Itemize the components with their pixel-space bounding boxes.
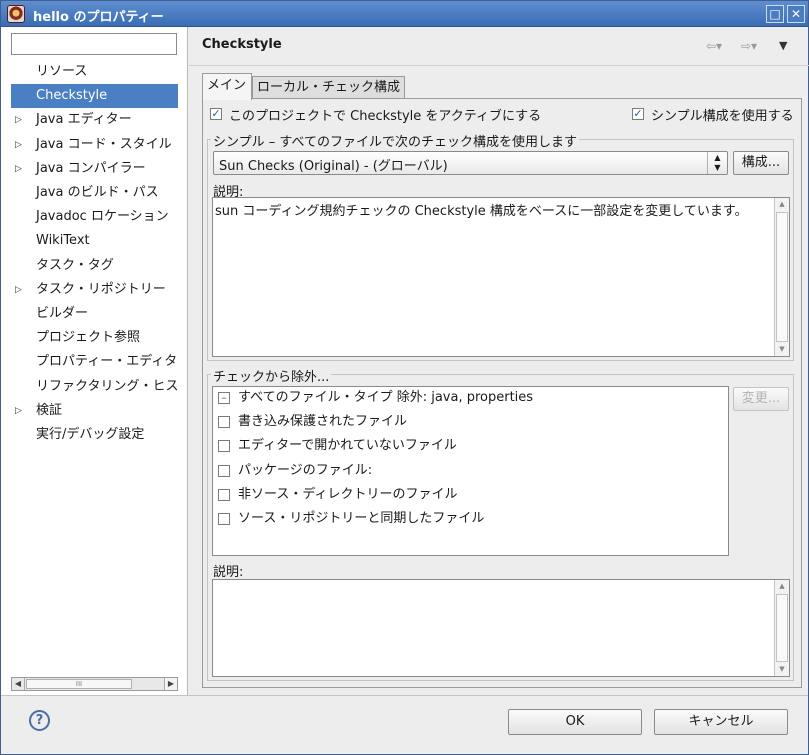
footer-separator: [1, 695, 808, 696]
sidebar-horizontal-scrollbar[interactable]: ◀ III ▶: [11, 677, 178, 691]
filter-description-textarea[interactable]: ▲ ▼: [212, 579, 790, 677]
scroll-up-icon[interactable]: ▲: [775, 580, 789, 593]
exclude-item-checkbox[interactable]: –: [218, 392, 230, 404]
sidebar-item[interactable]: リファクタリング・ヒス: [11, 375, 178, 399]
sidebar-item-label: Java のビルド・パス: [36, 185, 159, 200]
scroll-down-icon[interactable]: ▼: [775, 663, 789, 676]
exclude-item-checkbox[interactable]: [218, 488, 230, 501]
exclude-item-label: エディターで開かれていないファイル: [238, 438, 457, 454]
activate-checkbox[interactable]: ✓: [210, 108, 222, 120]
sidebar-item-label: 検証: [36, 402, 63, 418]
sidebar-item-label: リファクタリング・ヒス: [36, 378, 178, 394]
tab-main[interactable]: メイン: [202, 73, 252, 100]
sidebar-item-label: Java コンパイラー: [36, 160, 146, 176]
page-title: Checkstyle: [202, 37, 282, 52]
exclude-filter-list[interactable]: – すべてのファイル・タイプ 除外: java, properties 書き込み保護…: [212, 386, 729, 556]
tab-local-check-config[interactable]: ローカル・チェック構成: [252, 76, 405, 99]
sidebar-item-label: Java コード・スタイル: [36, 136, 172, 152]
activate-checkbox-label: このプロジェクトで Checkstyle をアクティブにする: [229, 109, 542, 124]
sidebar-item[interactable]: WikiText: [11, 229, 178, 253]
exclude-item-label: パッケージのファイル:: [238, 462, 373, 478]
configure-button[interactable]: 構成...: [733, 151, 789, 175]
maximize-icon[interactable]: □: [766, 5, 784, 23]
sidebar-item-label: リソース: [36, 64, 88, 79]
view-menu-icon[interactable]: ▼: [779, 39, 787, 52]
sidebar-item-label: タスク・タグ: [36, 257, 114, 273]
sidebar-item[interactable]: プロジェクト参照: [11, 326, 178, 350]
scroll-up-icon[interactable]: ▲: [775, 198, 789, 211]
forward-arrow-icon[interactable]: ⇨▾: [741, 39, 757, 53]
description-scrollbar[interactable]: ▲ ▼: [774, 198, 789, 356]
expand-arrow-icon[interactable]: ▷: [15, 157, 22, 181]
scrollbar-thumb[interactable]: [776, 594, 788, 662]
back-arrow-icon[interactable]: ⇦▾: [706, 39, 722, 53]
exclude-item-label: ソース・リポジトリーと同期したファイル: [238, 511, 485, 526]
scrollbar-thumb[interactable]: III: [26, 679, 132, 689]
eclipse-app-icon: [7, 5, 25, 23]
scroll-left-icon[interactable]: ◀: [12, 678, 25, 690]
help-icon[interactable]: ?: [29, 710, 50, 731]
sidebar-item-label: 実行/デバッグ設定: [36, 427, 145, 442]
description-textarea[interactable]: sun コーディング規約チェックの Checkstyle 構成をベースに一部設定…: [212, 197, 790, 357]
simple-config-group-title: シンプル – すべてのファイルで次のチェック構成を使用します: [211, 131, 579, 150]
sidebar-item-label: プロパティー・エディタ: [36, 354, 178, 370]
expand-arrow-icon[interactable]: ▷: [15, 108, 22, 132]
exclude-item-checkbox[interactable]: [218, 513, 230, 525]
filter-input[interactable]: [11, 33, 177, 55]
sidebar-tree: リソース Checkstyle ▷ Java エディター ▷ Java コード・スタイル ▷…: [1, 27, 188, 695]
sidebar-item[interactable]: ▷ Java コンパイラー: [11, 157, 178, 181]
sidebar-item[interactable]: ▷ Java エディター: [11, 108, 178, 132]
cancel-button[interactable]: キャンセル: [654, 709, 788, 735]
sidebar-item-label: ビルダー: [36, 306, 89, 321]
exclude-item-checkbox[interactable]: [218, 440, 230, 453]
sidebar-item[interactable]: タスク・タグ: [11, 254, 178, 278]
sidebar-item[interactable]: 実行/デバッグ設定: [11, 423, 178, 447]
sidebar-item-label: Java エディター: [36, 112, 132, 128]
exclude-item-label: すべてのファイル・タイプ 除外: java, properties: [238, 390, 534, 405]
sidebar-item[interactable]: Javadoc ロケーション: [11, 205, 178, 229]
exclude-group-title: チェックから除外...: [211, 366, 332, 385]
exclude-item-label: 書き込み保護されたファイル: [238, 414, 408, 430]
sidebar-item[interactable]: ▷ タスク・リポジトリー: [11, 278, 178, 302]
sidebar-item[interactable]: Java のビルド・パス: [11, 181, 178, 205]
check-config-selected-value: Sun Checks (Original) - (グローバル): [219, 159, 448, 174]
sidebar-item-label: Checkstyle: [36, 88, 108, 104]
sidebar-item[interactable]: ビルダー: [11, 302, 178, 326]
window-title: hello のプロパティー: [33, 10, 164, 25]
scrollbar-thumb[interactable]: [776, 212, 788, 342]
title-bar[interactable]: hello のプロパティー □ ✕: [1, 1, 808, 27]
expand-arrow-icon[interactable]: ▷: [15, 399, 22, 423]
check-config-select[interactable]: Sun Checks (Original) - (グローバル) ▲ ▼: [213, 151, 728, 175]
sidebar-item-label: タスク・リポジトリー: [36, 281, 166, 297]
filter-description-scrollbar[interactable]: ▲ ▼: [774, 580, 789, 676]
sidebar-item-label: WikiText: [36, 233, 90, 249]
ok-button[interactable]: OK: [508, 709, 642, 735]
exclude-item-label: 非ソース・ディレクトリーのファイル: [238, 486, 458, 502]
title-separator: [189, 65, 809, 66]
sidebar-item[interactable]: プロパティー・エディタ: [11, 350, 178, 374]
expand-arrow-icon[interactable]: ▷: [15, 133, 22, 157]
select-arrows-icon: ▲ ▼: [707, 152, 727, 174]
properties-dialog: hello のプロパティー □ ✕ リソース Checkstyle ▷ Java エデ…: [0, 0, 809, 755]
exclude-item-checkbox[interactable]: [218, 416, 230, 429]
filter-description-label: 説明:: [213, 565, 244, 580]
sidebar-item-label: Javadoc ロケーション: [36, 209, 169, 225]
change-button[interactable]: 変更...: [733, 387, 789, 411]
sidebar-item[interactable]: ▷ Java コード・スタイル: [11, 133, 178, 157]
sidebar-item[interactable]: ▷ 検証: [11, 399, 178, 423]
sidebar-item[interactable]: Checkstyle: [11, 84, 178, 109]
exclude-item-checkbox[interactable]: [218, 464, 230, 477]
sidebar-item-label: プロジェクト参照: [36, 330, 141, 346]
scroll-down-icon[interactable]: ▼: [775, 343, 789, 356]
simple-config-checkbox[interactable]: ✓: [632, 108, 644, 120]
description-text: sun コーディング規約チェックの Checkstyle 構成をベースに一部設定…: [215, 204, 748, 219]
simple-config-label: シンプル構成を使用する: [651, 109, 794, 124]
expand-arrow-icon[interactable]: ▷: [15, 278, 22, 302]
scroll-right-icon[interactable]: ▶: [164, 678, 177, 690]
close-icon[interactable]: ✕: [787, 5, 805, 23]
sidebar-item[interactable]: リソース: [11, 60, 178, 84]
